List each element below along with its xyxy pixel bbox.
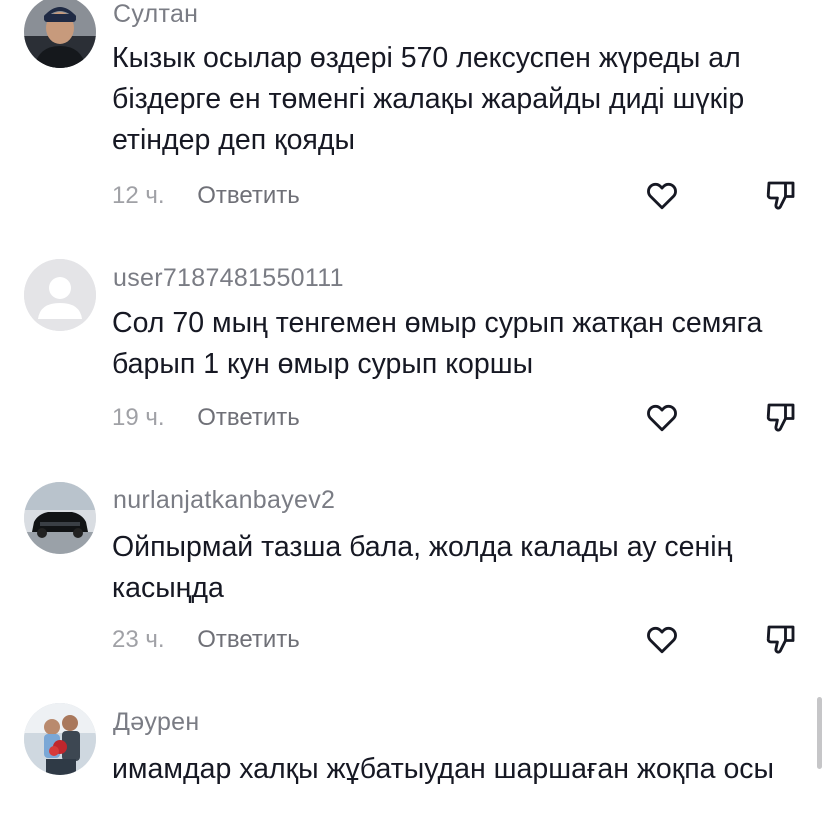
heart-icon[interactable]: [644, 399, 680, 435]
comment-text: Сол 70 мың тенгемен өмыр сурып жатқан се…: [112, 307, 763, 380]
comment-text: имамдар халқы жұбатыудан шаршаған жоқпа …: [112, 753, 775, 785]
avatar[interactable]: [24, 703, 96, 775]
comment-meta: 19 ч. Ответить: [112, 404, 300, 432]
comment-meta: 23 ч. Ответить: [112, 626, 300, 654]
scrollbar[interactable]: [817, 697, 822, 769]
comment-meta: 12 ч. Ответить: [112, 182, 300, 210]
avatar[interactable]: [24, 259, 96, 331]
comment-time: 12 ч.: [112, 182, 165, 209]
comment-text: Кызык осылар өздері 570 лексуспен жүреды…: [112, 42, 745, 156]
comment-username[interactable]: nurlanjatkanbayev2: [113, 486, 335, 515]
comment-username[interactable]: Дәурен: [113, 708, 199, 737]
comment-time: 23 ч.: [112, 626, 165, 653]
avatar[interactable]: [24, 0, 96, 68]
reply-button[interactable]: Ответить: [197, 182, 300, 209]
comment-username[interactable]: Султан: [113, 0, 198, 29]
reply-button[interactable]: Ответить: [197, 626, 300, 653]
comment-username[interactable]: user7187481550111: [113, 264, 344, 293]
reply-button[interactable]: Ответить: [197, 404, 300, 431]
heart-icon[interactable]: [644, 621, 680, 657]
dislike-icon[interactable]: [763, 177, 799, 213]
comment-time: 19 ч.: [112, 404, 165, 431]
comment-text: Ойпырмай тазша бала, жолда калады ау сен…: [112, 531, 733, 604]
avatar[interactable]: [24, 482, 96, 554]
dislike-icon[interactable]: [763, 621, 799, 657]
dislike-icon[interactable]: [763, 399, 799, 435]
heart-icon[interactable]: [644, 177, 680, 213]
